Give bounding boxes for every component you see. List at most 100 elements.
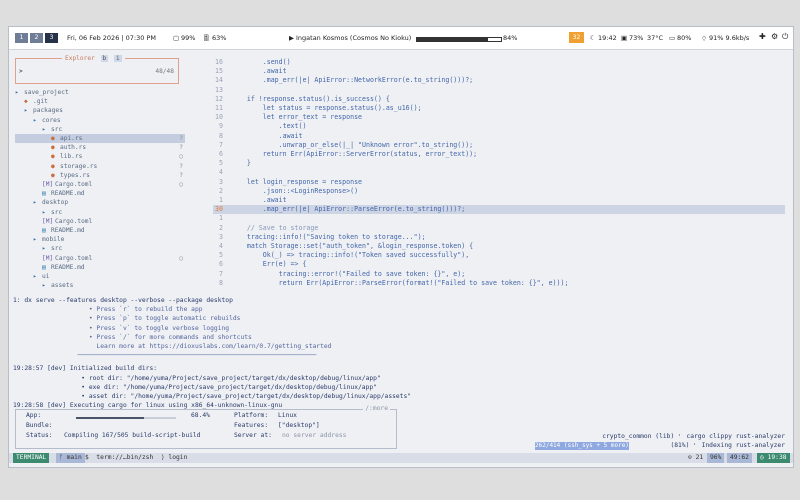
code-line[interactable]: Err(e) => { [231,260,307,268]
code-line[interactable]: Ok(_) => tracing::info!("Token saved suc… [231,251,469,259]
explorer-title-wrap: Explorer b i [62,55,125,62]
memory-usage: 63% [212,34,227,42]
lsp-progress-label: 262/414 (ssh_sys + 5 more) [535,442,629,449]
tree-item[interactable]: ● lib.rs ○ [15,152,185,161]
moon-icon: ☾ [590,34,596,42]
code-editor[interactable]: 16 .send() 15 .await 14 .map_err(|e| ApiEr… [205,57,793,309]
terminal-pane[interactable]: 1: dx serve --features desktop --verbose… [9,297,793,465]
tree-item[interactable]: ▸ mobile [15,235,185,244]
line-number: 11 [215,104,223,112]
code-line[interactable]: .send() [231,58,291,66]
notification-badge[interactable]: 32 [569,32,584,43]
tree-item[interactable]: ▤ README.md [15,263,185,272]
tree-item[interactable]: ▸ packages [15,106,185,115]
tree-item[interactable]: ▸ src [15,125,185,134]
line-number: 16 [215,58,223,66]
code-line[interactable]: .await [231,196,287,204]
code-line[interactable]: .await [231,67,287,75]
wifi-icon: ⌔ [701,35,708,43]
line-number: 8 [219,278,223,287]
power-icon[interactable]: ⏻ [782,32,788,42]
play-icon[interactable]: ▶ [289,34,294,42]
git-status: ? [179,162,183,170]
tree-item-label: lib.rs [60,153,83,161]
tree-item[interactable]: ▸ src [15,244,185,253]
explorer-tab-info[interactable]: i [114,55,122,62]
mode-indicator: TERMINAL [13,453,50,463]
tree-item[interactable]: [M] Cargo.toml [15,217,185,226]
explorer-panel: Explorer b i > 48/48 [15,55,179,84]
code-line[interactable]: return Err(ApiError::ServerError(status,… [231,150,477,158]
explorer-tab-buffers[interactable]: b [100,55,109,62]
terminal-line: • asset dir: "/home/yuma/Project/save_pr… [13,393,412,400]
battery-icon: ▭ [669,34,676,42]
plus-icon[interactable]: ✚ [759,32,766,41]
disk-usage: 73% [629,34,644,42]
tree-item-label: desktop [42,199,69,207]
code-line[interactable]: match Storage::set("auth_token", &login_… [231,242,473,250]
line-number: 7 [219,140,223,149]
code-line[interactable]: .unwrap_or_else(|_| "Unknown error".to_s… [231,141,474,149]
code-line[interactable]: tracing::error!("Failed to save token: {… [231,270,466,278]
git-status: ? [179,135,183,142]
code-line[interactable]: .map_err(|e| ApiError::NetworkError(e.to… [231,76,473,84]
lsp-progress: 262/414 (ssh_sys + 5 more) [535,442,629,450]
bundle-label: Bundle: [26,422,53,429]
status-label: Status: [26,432,53,439]
settings-icon[interactable]: ⚙ [771,32,778,41]
terminal-line: • Press `/` for more commands and shortc… [13,333,252,341]
tree-item[interactable]: ● auth.rs? [15,143,185,152]
tree-item-label: assets [51,282,74,290]
server-value: no server address [282,432,347,439]
code-line[interactable]: tracing::info!("Saving token to storage.… [231,233,426,241]
explorer-prompt[interactable]: > [19,68,23,75]
tree-item[interactable]: ▸ desktop [15,198,185,207]
tree-item[interactable]: ▤ README.md [15,226,185,235]
code-line[interactable]: } [231,159,251,167]
media-progress-label: 84% [503,34,518,42]
media-title[interactable]: Ingatan Kosmos (Cosmos No Kioku) [296,34,411,42]
features-label: Features: [234,422,269,429]
tree-item[interactable]: ● api.rs? [15,134,185,143]
tree-item-label: Cargo.toml [55,254,93,262]
code-line[interactable]: let error_text = response [231,113,362,121]
tree-item[interactable]: ▸ src [15,208,185,217]
tree-item[interactable]: [M] Cargo.toml ○ [15,180,185,189]
code-line[interactable]: return Err(ApiError::ParseError(format!(… [231,279,569,287]
diagnostics-count[interactable]: ⊙ 21 [685,453,706,463]
tree-item[interactable]: [M] Cargo.toml ○ [15,254,185,263]
workspace-1[interactable]: 1 [15,33,28,43]
tree-item-label: src [51,245,63,253]
code-line[interactable]: .json::<LoginResponse>() [231,187,358,195]
code-line[interactable]: .map_err(|e| ApiError::ParseError(e.to_s… [231,205,465,213]
temperature: 37°C [647,34,664,42]
features-value: ["desktop"] [278,422,320,429]
tree-item[interactable]: ▸ assets [15,281,185,290]
tree-item[interactable]: ▸ ui [15,272,185,281]
tree-item[interactable]: ▸ save_project [15,88,185,97]
line-number: 30 [215,205,223,214]
tree-item[interactable]: ▤ README.md [15,189,185,198]
tree-item[interactable]: ● types.rs? [15,171,185,180]
server-label: Server at: [234,432,272,439]
terminal-line: • root dir: "/home/yuma/Project/save_pro… [13,374,381,382]
code-line[interactable]: let status = response.status().as_u16(); [231,104,422,112]
app-progress-pct: 68.4% [191,412,210,419]
code-line[interactable]: // Save to storage [231,224,318,232]
code-line[interactable]: if !response.status().is_success() { [231,95,390,103]
tree-item[interactable]: ▸ cores [15,116,185,125]
code-line[interactable]: let login_response = response [231,178,362,186]
code-line[interactable]: .await [231,132,303,140]
code-line[interactable]: .text() [231,122,307,130]
workspace-2[interactable]: 2 [30,33,43,43]
tree-item-label: api.rs [60,135,83,142]
media-progress-bar[interactable] [416,37,502,42]
tree-item[interactable]: ◆ .git [15,97,185,106]
git-branch[interactable]: ᚠ main [56,453,85,463]
app-progress-fill [76,417,144,419]
markdown-file-icon: ▤ [42,190,46,198]
tree-item[interactable]: ● storage.rs? [15,162,185,171]
workspace-3[interactable]: 3 [45,33,58,43]
git-status: ○ [179,153,183,161]
line-number: 9 [219,122,223,131]
